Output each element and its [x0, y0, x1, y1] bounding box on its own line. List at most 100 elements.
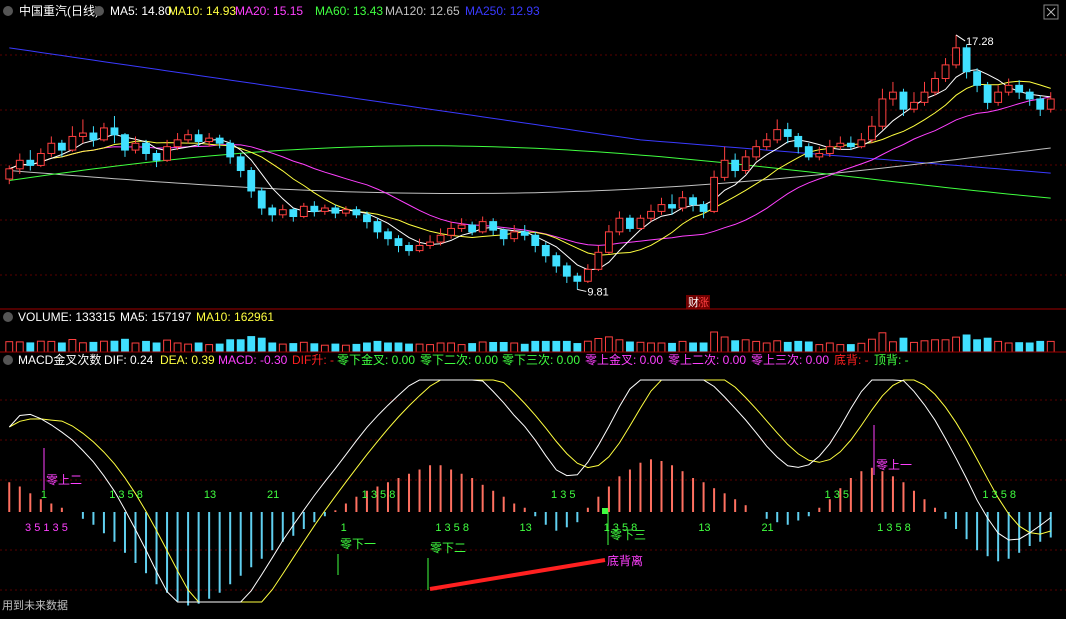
ma120-label: MA120: 12.65 — [385, 4, 460, 18]
volume-title: VOLUME: 133315 — [18, 310, 116, 324]
candle-body — [741, 156, 750, 172]
macd-difup: DIF升: - — [292, 353, 334, 367]
candle-body — [278, 209, 287, 216]
signal-label: 零上二 — [46, 473, 82, 487]
high-pointer — [955, 34, 966, 42]
price-header: 中国重汽(日线) MA5: 14.80 MA10: 14.93 MA20: 15… — [3, 3, 1059, 20]
volume-bar — [762, 342, 771, 353]
volume-bar — [142, 340, 150, 353]
candle-body — [1036, 98, 1045, 110]
count-label: 13 — [698, 522, 710, 534]
volume-bar — [867, 338, 876, 353]
ma60-label: MA60: 13.43 — [315, 4, 383, 18]
volume-bar — [478, 341, 487, 353]
candle-body — [594, 251, 603, 270]
divergence-line — [429, 558, 606, 591]
candle-body — [1004, 84, 1013, 93]
ma20-label: MA20: 15.15 — [235, 4, 303, 18]
volume-bar — [257, 337, 266, 353]
volume-bar — [205, 344, 214, 353]
candle-body — [720, 159, 729, 178]
candle-body — [773, 129, 782, 141]
candle-body — [205, 137, 214, 143]
volume-bar — [68, 339, 77, 353]
macd-lines — [8, 379, 1052, 603]
candle-body — [615, 217, 624, 233]
candle-body — [794, 135, 803, 148]
count-label: 1 3 5 8 — [604, 522, 638, 534]
signal-label: 零下一 — [340, 537, 376, 551]
count-label: 21 — [267, 489, 279, 501]
candle-body — [710, 176, 719, 212]
volume-bar — [973, 339, 982, 353]
volume-bar — [310, 343, 319, 353]
candle-body — [257, 190, 266, 209]
collapse-icon[interactable] — [3, 6, 13, 16]
volume-bar — [647, 342, 655, 353]
candle-body — [57, 142, 66, 151]
volume-bar — [636, 341, 645, 353]
signal-label: 零上一 — [876, 458, 912, 472]
volume-bar — [426, 344, 434, 353]
volume-bar — [489, 342, 498, 353]
volume-bar — [825, 342, 834, 353]
macd-menu-icon[interactable] — [3, 355, 13, 365]
volume-bar — [604, 336, 613, 353]
candle-body — [310, 205, 319, 212]
volume-bar — [668, 342, 676, 353]
volume-bar — [1004, 342, 1013, 353]
volume-bar — [804, 341, 813, 353]
candle-body — [36, 152, 45, 166]
candle-body — [436, 234, 445, 243]
volume-bar — [184, 343, 193, 353]
volume-bar — [678, 340, 687, 353]
candle-body — [699, 204, 708, 212]
candle-body — [320, 207, 329, 212]
volume-bar — [773, 340, 782, 353]
candle-body — [910, 101, 918, 110]
volume-bar — [373, 340, 382, 353]
candle-body — [689, 197, 697, 206]
volume-bar — [36, 340, 45, 353]
volume-bar — [783, 341, 792, 353]
event-badge[interactable]: 财 涨 — [686, 295, 710, 309]
volume-bar — [910, 341, 918, 353]
volume-bar — [278, 343, 287, 353]
indicator-menu-icon[interactable] — [94, 6, 104, 16]
volume-bar — [352, 343, 361, 353]
count-label: 13 — [204, 489, 216, 501]
candle-body — [867, 125, 876, 141]
ma20-line — [9, 96, 1051, 246]
macd-header: MACD金叉次数 DIF: 0.24 DEA: 0.39 MACD: -0.30… — [3, 352, 909, 367]
count-label: 1 3 5 — [551, 489, 575, 501]
candle-body — [373, 221, 382, 233]
volume-bar — [394, 342, 403, 353]
candle-body — [89, 132, 98, 141]
volume-bar — [415, 343, 424, 353]
volume-bar — [215, 343, 224, 353]
candle-body — [110, 127, 119, 136]
candle-body — [394, 238, 403, 246]
volume-menu-icon[interactable] — [3, 312, 13, 322]
candle-body — [983, 84, 992, 103]
candle-body — [447, 227, 456, 236]
close-panel-icon[interactable] — [1043, 4, 1059, 20]
volume-bar — [836, 344, 845, 353]
volume-bar — [552, 340, 561, 353]
stock-chart: 中国重汽(日线) MA5: 14.80 MA10: 14.93 MA20: 15… — [0, 0, 1066, 614]
candle-body — [184, 134, 193, 141]
volume-bar — [626, 341, 634, 353]
candle-body — [825, 146, 834, 154]
candle-body — [878, 98, 887, 127]
count-label: 1 3 5 — [825, 489, 849, 501]
candle-body — [647, 210, 655, 219]
macd-dibei: 底背: - — [834, 352, 869, 367]
candle-body — [899, 91, 908, 110]
volume-bar — [1025, 342, 1034, 353]
candle-body — [15, 159, 24, 170]
low-pointer — [577, 288, 587, 292]
candle-body — [415, 244, 424, 252]
volume-bar — [194, 342, 203, 353]
volume-bar — [689, 342, 697, 353]
volume-bar — [15, 341, 24, 353]
